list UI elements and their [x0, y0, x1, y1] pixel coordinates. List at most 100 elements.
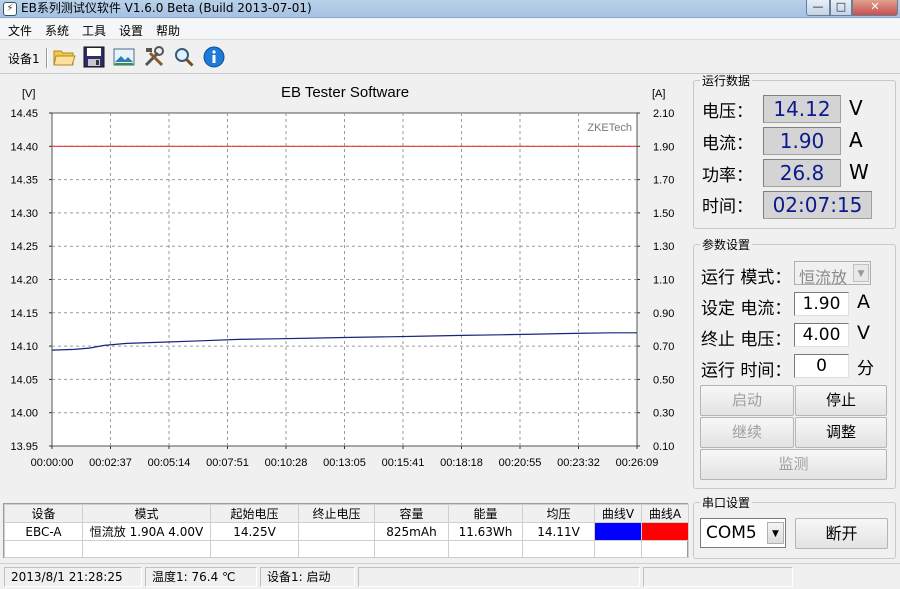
- minimize-button[interactable]: —: [806, 0, 830, 16]
- port-select-value: COM5: [706, 523, 757, 543]
- y-tick-label-right: 0.30: [653, 408, 674, 420]
- x-tick-label: 00:20:55: [499, 457, 542, 469]
- mode-select-value: 恒流放: [799, 268, 848, 287]
- set-current-label: 设定 电流：: [701, 299, 792, 319]
- chart-title: EB Tester Software: [281, 84, 409, 101]
- column-header[interactable]: 终止电压: [298, 504, 375, 523]
- y-tick-label-left: 14.00: [10, 408, 38, 420]
- current-unit: A: [849, 128, 863, 152]
- runtime-unit: 分: [857, 359, 874, 379]
- column-header[interactable]: 曲线V: [594, 504, 642, 523]
- table-header-row: 设备 模式 起始电压 终止电压 容量 能量 均压 曲线V 曲线A: [4, 504, 689, 523]
- serial-legend: 串口设置: [702, 496, 751, 510]
- folder-open-icon[interactable]: [52, 45, 76, 69]
- device-selector[interactable]: 设备1: [8, 50, 40, 67]
- toolbar: 设备1: [0, 40, 900, 74]
- y-tick-label-right: 1.30: [653, 241, 674, 253]
- info-icon[interactable]: [202, 45, 226, 69]
- column-header[interactable]: 均压: [522, 504, 595, 523]
- menu-help[interactable]: 帮助: [156, 22, 180, 39]
- status-datetime: 2013/8/1 21:28:25: [4, 567, 142, 587]
- power-readout: 26.8: [763, 159, 841, 187]
- y-tick-label-left: 14.35: [10, 175, 38, 187]
- menu-file[interactable]: 文件: [8, 22, 32, 39]
- column-header[interactable]: 设备: [4, 504, 83, 523]
- set-current-input[interactable]: 1.90: [794, 292, 849, 316]
- y-tick-label-left: 14.15: [10, 308, 38, 320]
- x-tick-label: 00:00:00: [31, 457, 74, 469]
- save-icon[interactable]: [82, 45, 106, 69]
- status-empty-2: [643, 567, 793, 587]
- column-header[interactable]: 曲线A: [641, 504, 689, 523]
- column-header[interactable]: 容量: [374, 504, 449, 523]
- port-select[interactable]: COM5 ▼: [700, 518, 786, 548]
- y-tick-label-right: 0.90: [653, 308, 674, 320]
- stop-button[interactable]: 停止: [795, 385, 887, 416]
- cell-end-voltage: [298, 522, 375, 541]
- y-tick-label-right: 1.70: [653, 175, 674, 187]
- y-tick-label-right: 0.70: [653, 341, 674, 353]
- column-header[interactable]: 能量: [448, 504, 523, 523]
- x-tick-label: 00:02:37: [89, 457, 132, 469]
- status-empty-1: [358, 567, 640, 587]
- column-header[interactable]: 模式: [82, 504, 211, 523]
- menu-settings[interactable]: 设置: [119, 22, 143, 39]
- x-tick-label: 00:13:05: [323, 457, 366, 469]
- menu-tools[interactable]: 工具: [82, 22, 106, 39]
- maximize-button[interactable]: □: [830, 0, 852, 16]
- status-bar: 2013/8/1 21:28:25 温度1: 76.4 ℃ 设备1: 启动: [0, 563, 900, 589]
- set-current-unit: A: [857, 291, 870, 313]
- cell-mode: 恒流放 1.90A 4.00V: [82, 522, 211, 541]
- column-header[interactable]: 起始电压: [210, 504, 299, 523]
- table-row[interactable]: EBC-A 恒流放 1.90A 4.00V 14.25V 825mAh 11.6…: [4, 522, 689, 541]
- y-tick-label-left: 13.95: [10, 441, 38, 453]
- y-tick-label-left: 14.10: [10, 341, 38, 353]
- current-label: 电流：: [702, 134, 753, 154]
- app-icon: ⚡: [3, 2, 17, 16]
- menu-bar: 文件 系统 工具 设置 帮助: [0, 19, 900, 40]
- chevron-down-icon[interactable]: ▼: [767, 522, 784, 544]
- run-data-legend: 运行数据: [702, 74, 751, 88]
- monitor-button[interactable]: 监测: [700, 449, 887, 480]
- curve-a-color-swatch[interactable]: [641, 522, 689, 541]
- mode-label: 运行 模式：: [701, 268, 792, 288]
- power-unit: W: [849, 160, 869, 184]
- cutoff-voltage-input[interactable]: 4.00: [794, 323, 849, 347]
- zoom-icon[interactable]: [172, 45, 196, 69]
- close-button[interactable]: ✕: [852, 0, 898, 16]
- y-tick-label-left: 14.30: [10, 208, 38, 220]
- y-tick-label-right: 0.50: [653, 374, 674, 386]
- results-table: 设备 模式 起始电压 终止电压 容量 能量 均压 曲线V 曲线A EBC-A 恒…: [3, 503, 689, 558]
- adjust-button[interactable]: 调整: [795, 417, 887, 448]
- menu-system[interactable]: 系统: [45, 22, 69, 39]
- runtime-input[interactable]: 0: [794, 354, 849, 378]
- cutoff-voltage-unit: V: [857, 322, 870, 344]
- cutoff-voltage-label: 终止 电压：: [701, 330, 792, 350]
- y-tick-label-right: 2.10: [653, 108, 674, 120]
- watermark: ZKETech: [587, 122, 632, 134]
- curve-v-color-swatch[interactable]: [594, 522, 642, 541]
- start-button[interactable]: 启动: [700, 385, 794, 416]
- time-readout: 02:07:15: [763, 191, 872, 219]
- runtime-label: 运行 时间：: [701, 361, 792, 381]
- left-axis-unit: [V]: [22, 88, 35, 100]
- chevron-down-icon[interactable]: ▼: [853, 264, 869, 282]
- mode-select[interactable]: 恒流放 ▼: [794, 261, 871, 287]
- status-temperature: 温度1: 76.4 ℃: [145, 567, 257, 587]
- continue-button[interactable]: 继续: [700, 417, 794, 448]
- image-icon[interactable]: [112, 45, 136, 69]
- x-tick-label: 00:26:09: [616, 457, 659, 469]
- disconnect-button[interactable]: 断开: [795, 518, 888, 549]
- time-label: 时间：: [702, 197, 753, 217]
- y-tick-label-left: 14.20: [10, 275, 38, 287]
- cell-energy: 11.63Wh: [448, 522, 523, 541]
- table-row[interactable]: [4, 540, 689, 558]
- tools-icon[interactable]: [142, 45, 166, 69]
- y-tick-label-left: 14.25: [10, 241, 38, 253]
- title-bar[interactable]: ⚡ EB系列测试仪软件 V1.6.0 Beta (Build 2013-07-0…: [0, 0, 900, 18]
- toolbar-separator: [46, 48, 48, 68]
- cell-capacity: 825mAh: [374, 522, 449, 541]
- y-tick-label-left: 14.05: [10, 374, 38, 386]
- voltage-label: 电压：: [702, 102, 753, 122]
- y-tick-label-left: 14.45: [10, 108, 38, 120]
